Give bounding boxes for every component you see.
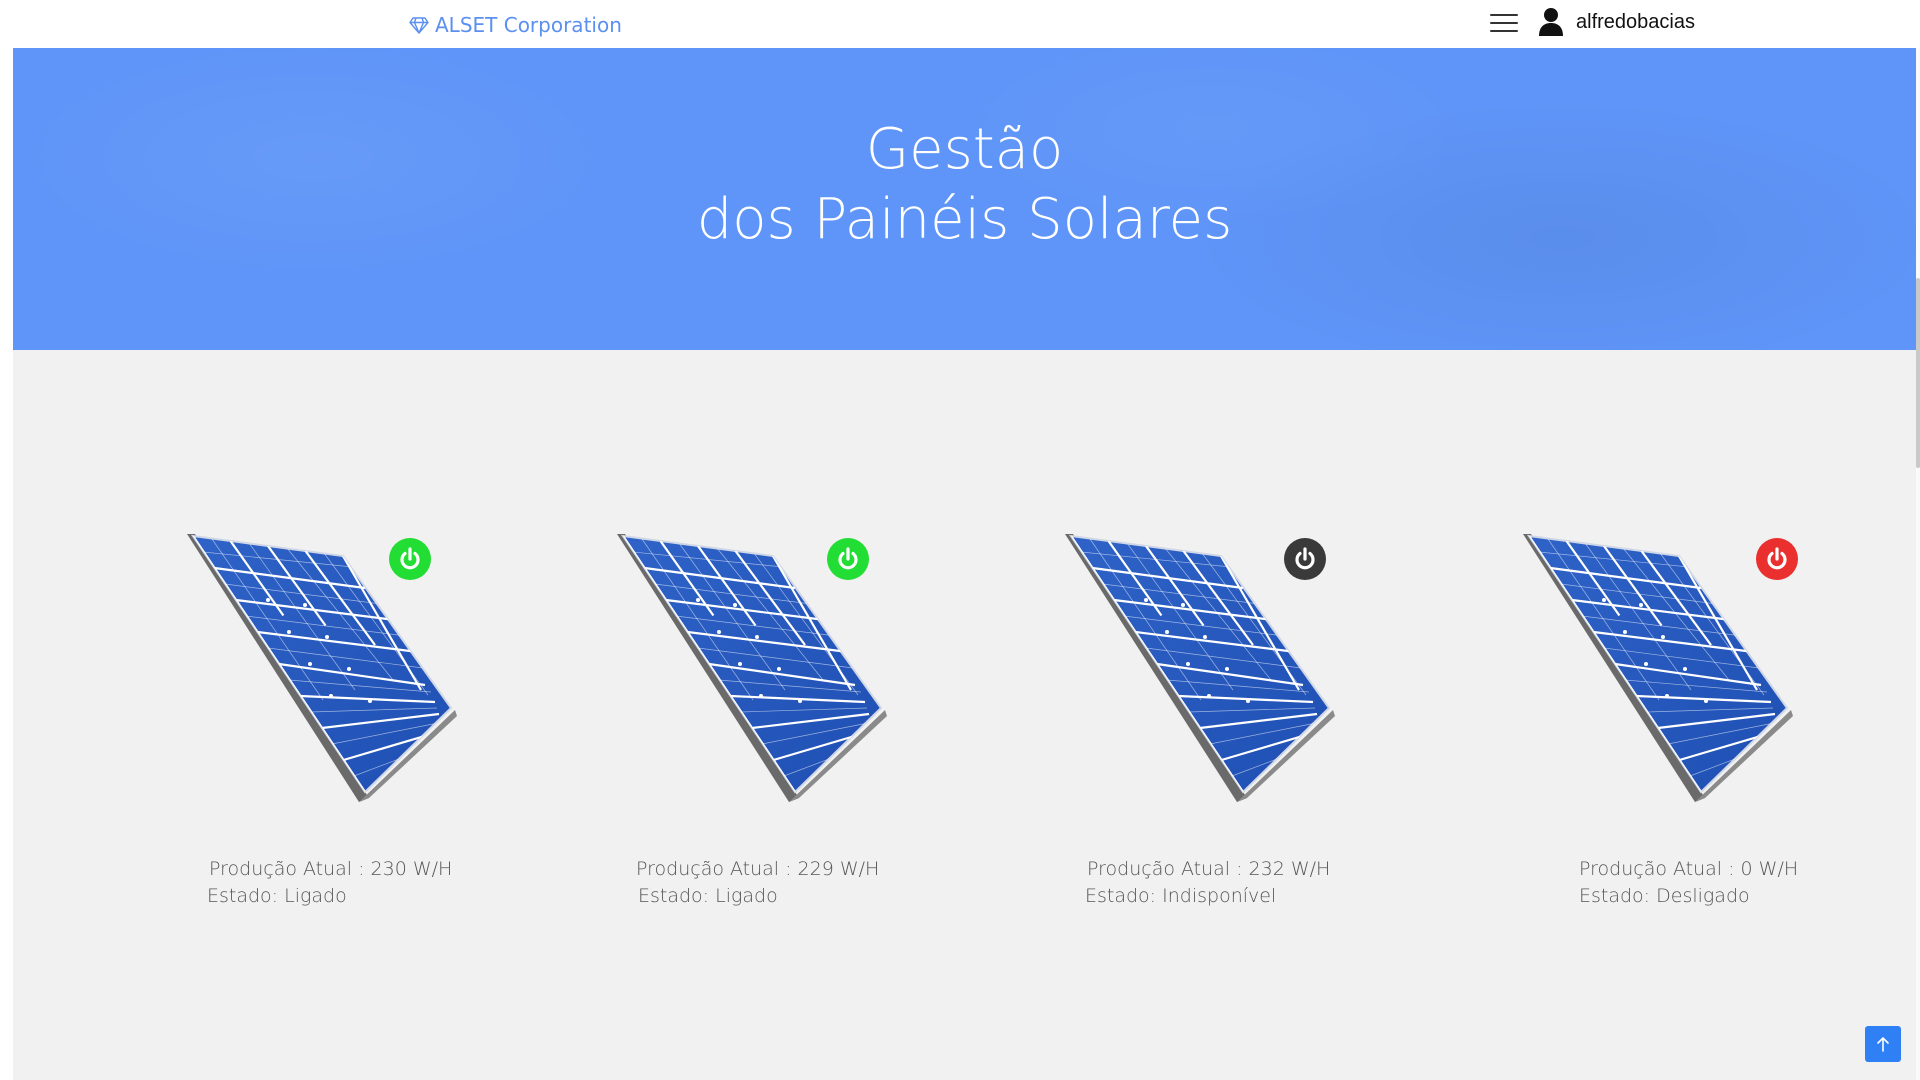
production-label: Produção Atual : 230 W/H (209, 858, 453, 880)
production-label: Produção Atual : 232 W/H (1087, 858, 1331, 880)
state-label: Estado: Desligado (1579, 885, 1750, 907)
hamburger-line (1490, 14, 1518, 16)
page-title: Gestão dos Painéis Solares (13, 115, 1916, 255)
hamburger-line (1490, 30, 1518, 32)
hamburger-menu-button[interactable] (1490, 10, 1518, 36)
brand-name: ALSET Corporation (435, 13, 622, 37)
solar-panel-card: Produção Atual : 230 W/H Estado: Ligado (143, 350, 603, 950)
power-icon (1295, 547, 1315, 570)
hero-banner: Gestão dos Painéis Solares (13, 48, 1916, 350)
panel-info: Produção Atual : 232 W/H Estado: Indispo… (1085, 856, 1331, 910)
power-toggle-button[interactable] (389, 538, 431, 580)
power-toggle-button[interactable] (1284, 538, 1326, 580)
page-scrollbar[interactable] (1916, 48, 1920, 1080)
panels-section: Produção Atual : 230 W/H Estado: Ligado … (13, 350, 1916, 1080)
page-title-line1: Gestão (865, 117, 1064, 182)
power-icon (838, 547, 858, 570)
hamburger-line (1490, 22, 1518, 24)
state-label: Estado: Ligado (638, 885, 778, 907)
panel-info: Produção Atual : 0 W/H Estado: Desligado (1579, 856, 1798, 910)
state-label: Estado: Ligado (207, 885, 347, 907)
solar-panel-image (173, 530, 473, 810)
state-label: Estado: Indisponível (1085, 885, 1277, 907)
panel-info: Produção Atual : 230 W/H Estado: Ligado (207, 856, 453, 910)
top-navbar: ALSET Corporation alfredobacias (0, 0, 1920, 48)
power-icon (400, 547, 420, 570)
panel-info: Produção Atual : 229 W/H Estado: Ligado (636, 856, 879, 910)
power-toggle-button[interactable] (1756, 538, 1798, 580)
solar-panel-card: Produção Atual : 0 W/H Estado: Desligado (1491, 350, 1920, 950)
solar-panel-card: Produção Atual : 229 W/H Estado: Ligado (575, 350, 1035, 950)
brand-link[interactable]: ALSET Corporation (409, 12, 622, 38)
solar-panel-card: Produção Atual : 232 W/H Estado: Indispo… (1033, 350, 1493, 950)
power-toggle-button[interactable] (827, 538, 869, 580)
arrow-up-icon (1877, 1037, 1889, 1052)
username: alfredobacias (1576, 10, 1695, 33)
power-icon (1767, 547, 1787, 570)
production-label: Produção Atual : 0 W/H (1579, 858, 1799, 880)
user-icon (1539, 8, 1563, 36)
production-label: Produção Atual : 229 W/H (636, 858, 880, 880)
scrollbar-thumb[interactable] (1916, 278, 1920, 468)
user-menu[interactable]: alfredobacias (1538, 6, 1695, 38)
back-to-top-button[interactable] (1865, 1026, 1901, 1062)
gem-icon (409, 16, 429, 34)
page-title-line2: dos Painéis Solares (696, 187, 1233, 252)
